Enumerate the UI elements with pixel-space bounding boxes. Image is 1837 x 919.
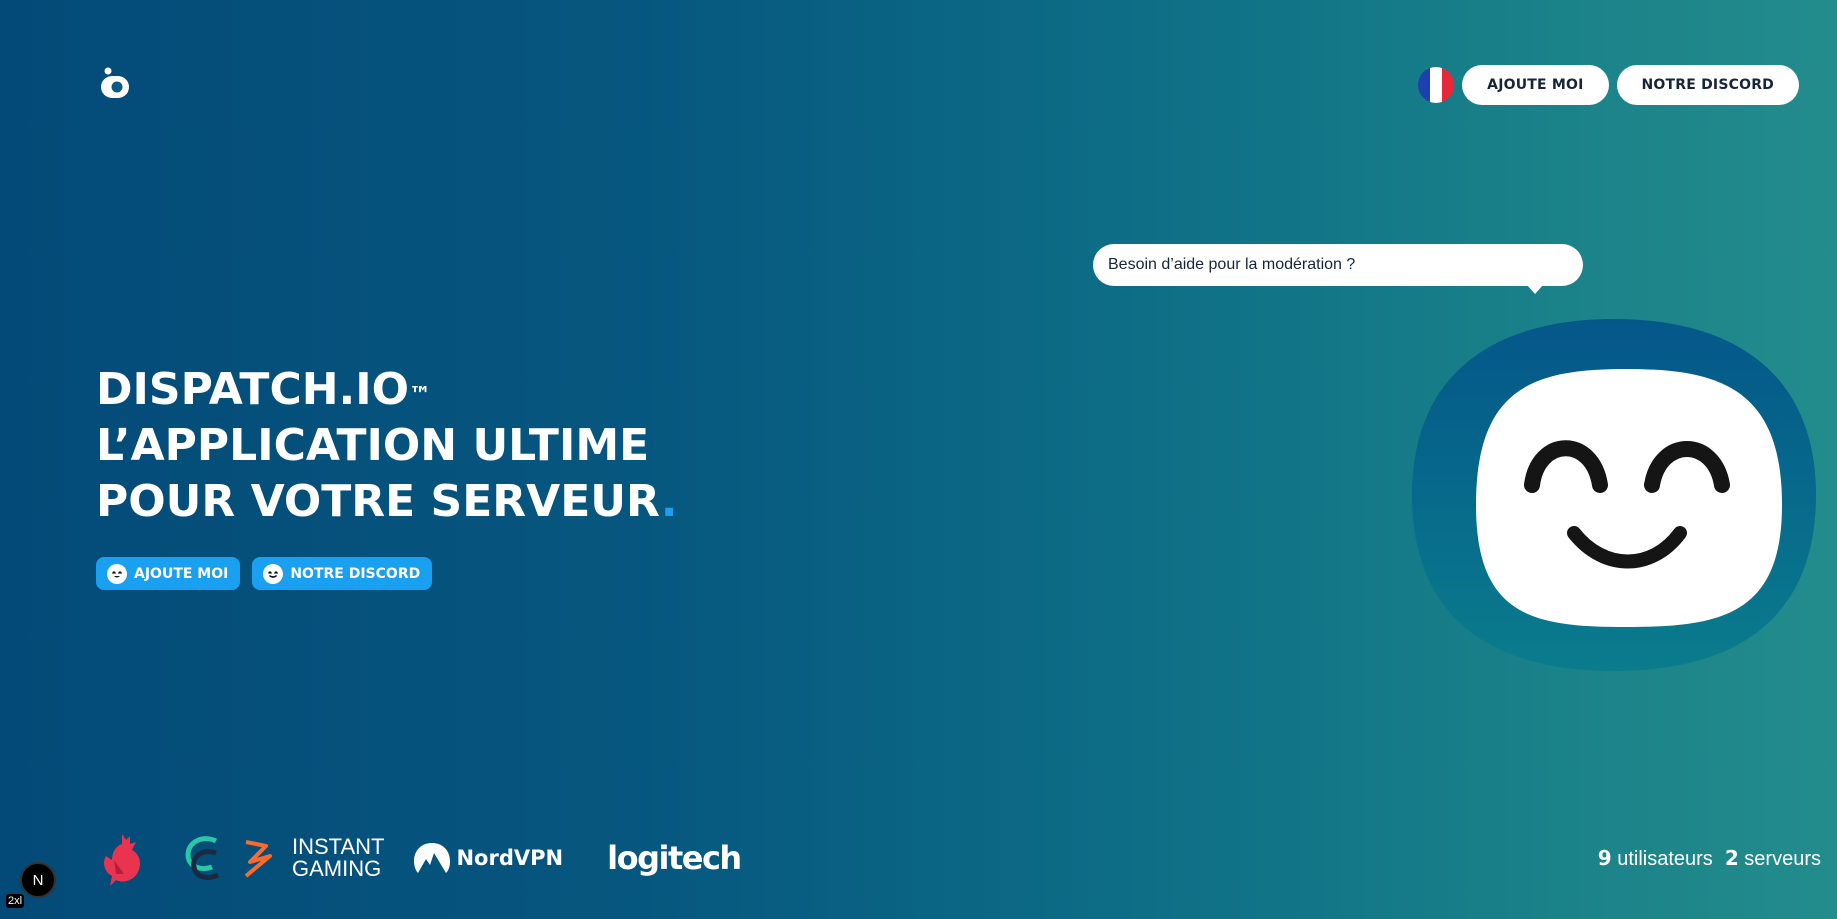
smile-icon — [263, 563, 284, 584]
mascot-smile-icon — [1412, 319, 1816, 671]
rooster-logo — [104, 834, 140, 886]
hero-heading: DISPATCH.IO™ L’APPLICATION ULTIME POUR V… — [96, 362, 677, 530]
gaming-text: GAMING — [292, 856, 382, 881]
hero-add-me-label: AJOUTE MOI — [134, 565, 229, 582]
bubble-tail — [1527, 285, 1543, 294]
hero-line-2: L’APPLICATION ULTIME — [96, 420, 650, 471]
trademark-symbol: ™ — [409, 383, 432, 408]
smile-icon — [107, 563, 127, 584]
hero-add-me-button[interactable]: AJOUTE MOI — [96, 557, 241, 590]
stats: 9 utilisateurs 2 serveurs — [1598, 846, 1821, 871]
partners-row: INSTANT GAMING NordVPN logitech — [100, 828, 742, 888]
c-logo — [185, 836, 220, 880]
dev-tools-badge[interactable]: N — [20, 862, 56, 898]
users-stat: 9 utilisateurs — [1597, 846, 1713, 870]
logitech-logo: logitech — [607, 839, 742, 877]
breakpoint-label: 2xl — [6, 894, 25, 908]
hero-line-3: POUR VOTRE SERVEUR. — [96, 476, 678, 527]
servers-stat: 2 serveurs — [1724, 846, 1821, 870]
speech-text: Besoin d’aide pour la modération ? — [1108, 256, 1356, 273]
header-actions: AJOUTE MOI NOTRE DISCORD — [1418, 65, 1799, 105]
nordvpn-text: NordVPN — [456, 846, 564, 870]
nordvpn-logo: NordVPN — [412, 841, 563, 875]
instant-gaming-logo: INSTANT GAMING — [242, 836, 384, 880]
hero-buttons: AJOUTE MOI NOTRE DISCORD — [96, 557, 433, 590]
instant-gaming-icon — [244, 840, 272, 878]
add-me-button[interactable]: AJOUTE MOI — [1462, 65, 1609, 105]
hero-discord-button[interactable]: NOTRE DISCORD — [252, 557, 433, 590]
dispatch-logo-icon[interactable] — [99, 67, 131, 101]
instant-text: INSTANT — [292, 834, 385, 859]
discord-button[interactable]: NOTRE DISCORD — [1616, 65, 1799, 105]
nordvpn-icon — [414, 843, 451, 873]
hero-line-1: DISPATCH.IO™ — [96, 364, 432, 415]
france-flag-icon[interactable] — [1418, 67, 1455, 103]
hero-discord-label: NOTRE DISCORD — [290, 565, 421, 582]
mascot-speech-bubble: Besoin d’aide pour la modération ? — [1093, 244, 1583, 294]
